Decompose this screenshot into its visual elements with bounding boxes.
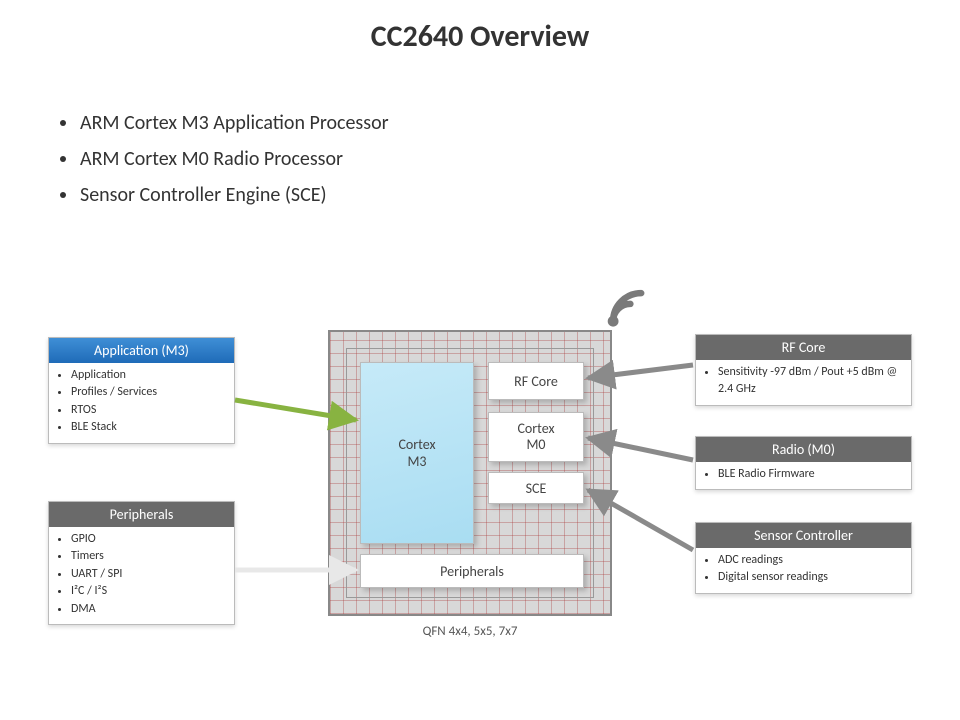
card-header: Sensor Controller <box>696 523 911 548</box>
card-item: ADC readings <box>718 552 905 569</box>
card-list: BLE Radio Firmware <box>696 466 911 483</box>
card-application-m3: Application (M3) Application Profiles / … <box>48 337 235 444</box>
bullet-item: Sensor Controller Engine (SCE) <box>60 177 389 213</box>
chip-caption: QFN 4x4, 5x5, 7x7 <box>328 624 612 639</box>
card-item: BLE Stack <box>71 419 228 436</box>
card-radio-m0: Radio (M0) BLE Radio Firmware <box>695 436 912 490</box>
card-header: RF Core <box>696 335 911 360</box>
page-title: CC2640 Overview <box>0 18 960 55</box>
card-rf-core: RF Core Sensitivity -97 dBm / Pout +5 dB… <box>695 334 912 406</box>
card-header: Application (M3) <box>49 338 234 363</box>
block-cortex-m0: Cortex M0 <box>488 412 584 462</box>
card-header: Radio (M0) <box>696 437 911 462</box>
chip-package: Cortex M3 RF Core Cortex M0 SCE Peripher… <box>328 330 612 616</box>
chip-outline: Cortex M3 RF Core Cortex M0 SCE Peripher… <box>328 330 612 616</box>
card-list: Application Profiles / Services RTOS BLE… <box>49 367 234 437</box>
block-sce: SCE <box>488 472 584 504</box>
block-rf-core: RF Core <box>488 362 584 400</box>
card-peripherals: Peripherals GPIO Timers UART / SPI I²C /… <box>48 501 235 625</box>
card-item: GPIO <box>71 531 228 548</box>
bullet-item: ARM Cortex M0 Radio Processor <box>60 141 389 177</box>
block-peripherals: Peripherals <box>360 554 584 588</box>
card-sensor-controller: Sensor Controller ADC readings Digital s… <box>695 522 912 594</box>
card-item: BLE Radio Firmware <box>718 466 905 483</box>
card-list: ADC readings Digital sensor readings <box>696 552 911 587</box>
card-item: Sensitivity -97 dBm / Pout +5 dBm @ 2.4 … <box>718 364 905 399</box>
bullet-item: ARM Cortex M3 Application Processor <box>60 105 389 141</box>
wifi-icon <box>598 278 652 332</box>
card-list: GPIO Timers UART / SPI I²C / I²S DMA <box>49 531 234 618</box>
card-item: Digital sensor readings <box>718 569 905 586</box>
card-item: Profiles / Services <box>71 384 228 401</box>
card-item: DMA <box>71 601 228 618</box>
card-list: Sensitivity -97 dBm / Pout +5 dBm @ 2.4 … <box>696 364 911 399</box>
card-item: I²C / I²S <box>71 583 228 600</box>
block-cortex-m3: Cortex M3 <box>360 362 474 544</box>
card-item: Application <box>71 367 228 384</box>
overview-bullets: ARM Cortex M3 Application Processor ARM … <box>60 105 389 213</box>
card-item: RTOS <box>71 402 228 419</box>
card-item: UART / SPI <box>71 566 228 583</box>
card-item: Timers <box>71 548 228 565</box>
card-header: Peripherals <box>49 502 234 527</box>
